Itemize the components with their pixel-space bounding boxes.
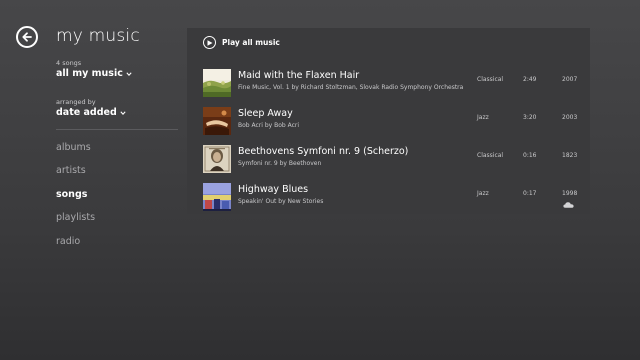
- nav-item-playlists[interactable]: playlists: [56, 212, 95, 223]
- arranged-by-value: date added: [56, 107, 117, 118]
- back-button[interactable]: [16, 26, 38, 48]
- song-title: Beethovens Symfoni nr. 9 (Scherzo): [238, 146, 409, 157]
- arranged-by-label: arranged by: [56, 98, 96, 106]
- song-duration: 2:49: [523, 76, 537, 83]
- nav-item-songs[interactable]: songs: [56, 189, 87, 200]
- song-row[interactable]: Highway Blues Speakin' Out by New Storie…: [187, 180, 590, 216]
- page-title: my music: [56, 26, 140, 46]
- cloud-icon: [563, 202, 574, 208]
- song-row[interactable]: Sleep Away Bob Acri by Bob Acri Jazz 3:2…: [187, 104, 590, 140]
- song-genre: Classical: [477, 76, 504, 83]
- song-subtitle: Speakin' Out by New Stories: [238, 198, 324, 205]
- back-arrow-icon: [22, 32, 32, 42]
- song-year: 2007: [562, 76, 578, 83]
- divider: [56, 129, 178, 130]
- song-duration: 0:16: [523, 152, 537, 159]
- song-row[interactable]: Beethovens Symfoni nr. 9 (Scherzo) Symfo…: [187, 142, 590, 178]
- nav-item-artists[interactable]: artists: [56, 165, 86, 176]
- play-icon: [203, 36, 216, 49]
- song-year: 1998: [562, 190, 578, 197]
- album-art: [203, 183, 231, 211]
- song-duration: 3:20: [523, 114, 537, 121]
- song-row[interactable]: Maid with the Flaxen Hair Fine Music, Vo…: [187, 66, 590, 102]
- song-title: Sleep Away: [238, 108, 293, 119]
- nav-item-albums[interactable]: albums: [56, 142, 91, 153]
- chevron-down-icon: [120, 110, 126, 115]
- collection-value: all my music: [56, 68, 123, 79]
- collection-dropdown[interactable]: all my music: [56, 68, 132, 79]
- song-genre: Classical: [477, 152, 504, 159]
- chevron-down-icon: [126, 71, 132, 76]
- song-genre: Jazz: [477, 190, 489, 197]
- album-art: [203, 69, 231, 97]
- arranged-by-dropdown[interactable]: date added: [56, 107, 126, 118]
- nav-item-radio[interactable]: radio: [56, 236, 80, 247]
- song-subtitle: Fine Music, Vol. 1 by Richard Stoltzman,…: [238, 84, 464, 91]
- song-title: Highway Blues: [238, 184, 309, 195]
- song-year: 1823: [562, 152, 578, 159]
- song-count-label: 4 songs: [56, 59, 82, 67]
- song-genre: Jazz: [477, 114, 489, 121]
- play-all-label: Play all music: [222, 38, 280, 47]
- song-subtitle: Bob Acri by Bob Acri: [238, 122, 300, 129]
- song-year: 2003: [562, 114, 578, 121]
- play-all-button[interactable]: Play all music: [203, 36, 280, 49]
- song-duration: 0:17: [523, 190, 537, 197]
- song-list-panel: Play all music Maid with the Flaxen Hair…: [187, 28, 590, 214]
- album-art: [203, 107, 231, 135]
- album-art: [203, 145, 231, 173]
- song-title: Maid with the Flaxen Hair: [238, 70, 360, 81]
- song-subtitle: Symfoni nr. 9 by Beethoven: [238, 160, 322, 167]
